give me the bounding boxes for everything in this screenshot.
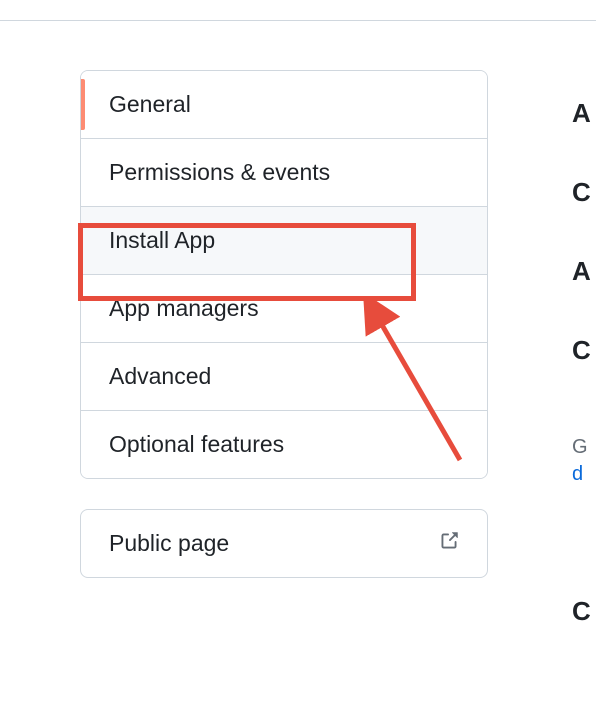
cropped-char: G bbox=[572, 436, 596, 459]
sidebar-item-general[interactable]: General bbox=[81, 71, 487, 139]
cropped-char: C bbox=[572, 335, 596, 366]
sidebar-item-advanced[interactable]: Advanced bbox=[81, 343, 487, 411]
sidebar-item-label: General bbox=[109, 91, 191, 118]
cropped-char: d bbox=[572, 463, 596, 486]
public-page-label: Public page bbox=[109, 530, 229, 557]
top-divider bbox=[0, 20, 596, 21]
cropped-char: C bbox=[572, 596, 596, 627]
public-page-link[interactable]: Public page bbox=[80, 509, 488, 578]
cropped-char: C bbox=[572, 177, 596, 208]
settings-nav-list: General Permissions & events Install App… bbox=[80, 70, 488, 479]
sidebar-item-label: Advanced bbox=[109, 363, 211, 390]
sidebar-item-app-managers[interactable]: App managers bbox=[81, 275, 487, 343]
external-link-icon bbox=[439, 531, 459, 556]
sidebar-item-label: App managers bbox=[109, 295, 259, 322]
sidebar-item-optional-features[interactable]: Optional features bbox=[81, 411, 487, 478]
sidebar-item-install-app[interactable]: Install App bbox=[81, 207, 487, 275]
sidebar-item-label: Optional features bbox=[109, 431, 284, 458]
sidebar-item-permissions-events[interactable]: Permissions & events bbox=[81, 139, 487, 207]
sidebar-item-label: Install App bbox=[109, 227, 215, 254]
sidebar-item-label: Permissions & events bbox=[109, 159, 330, 186]
cropped-char: A bbox=[572, 98, 596, 129]
settings-sidebar: General Permissions & events Install App… bbox=[80, 70, 488, 578]
cropped-right-content: A C A C G d C bbox=[572, 70, 596, 675]
cropped-char: A bbox=[572, 256, 596, 287]
